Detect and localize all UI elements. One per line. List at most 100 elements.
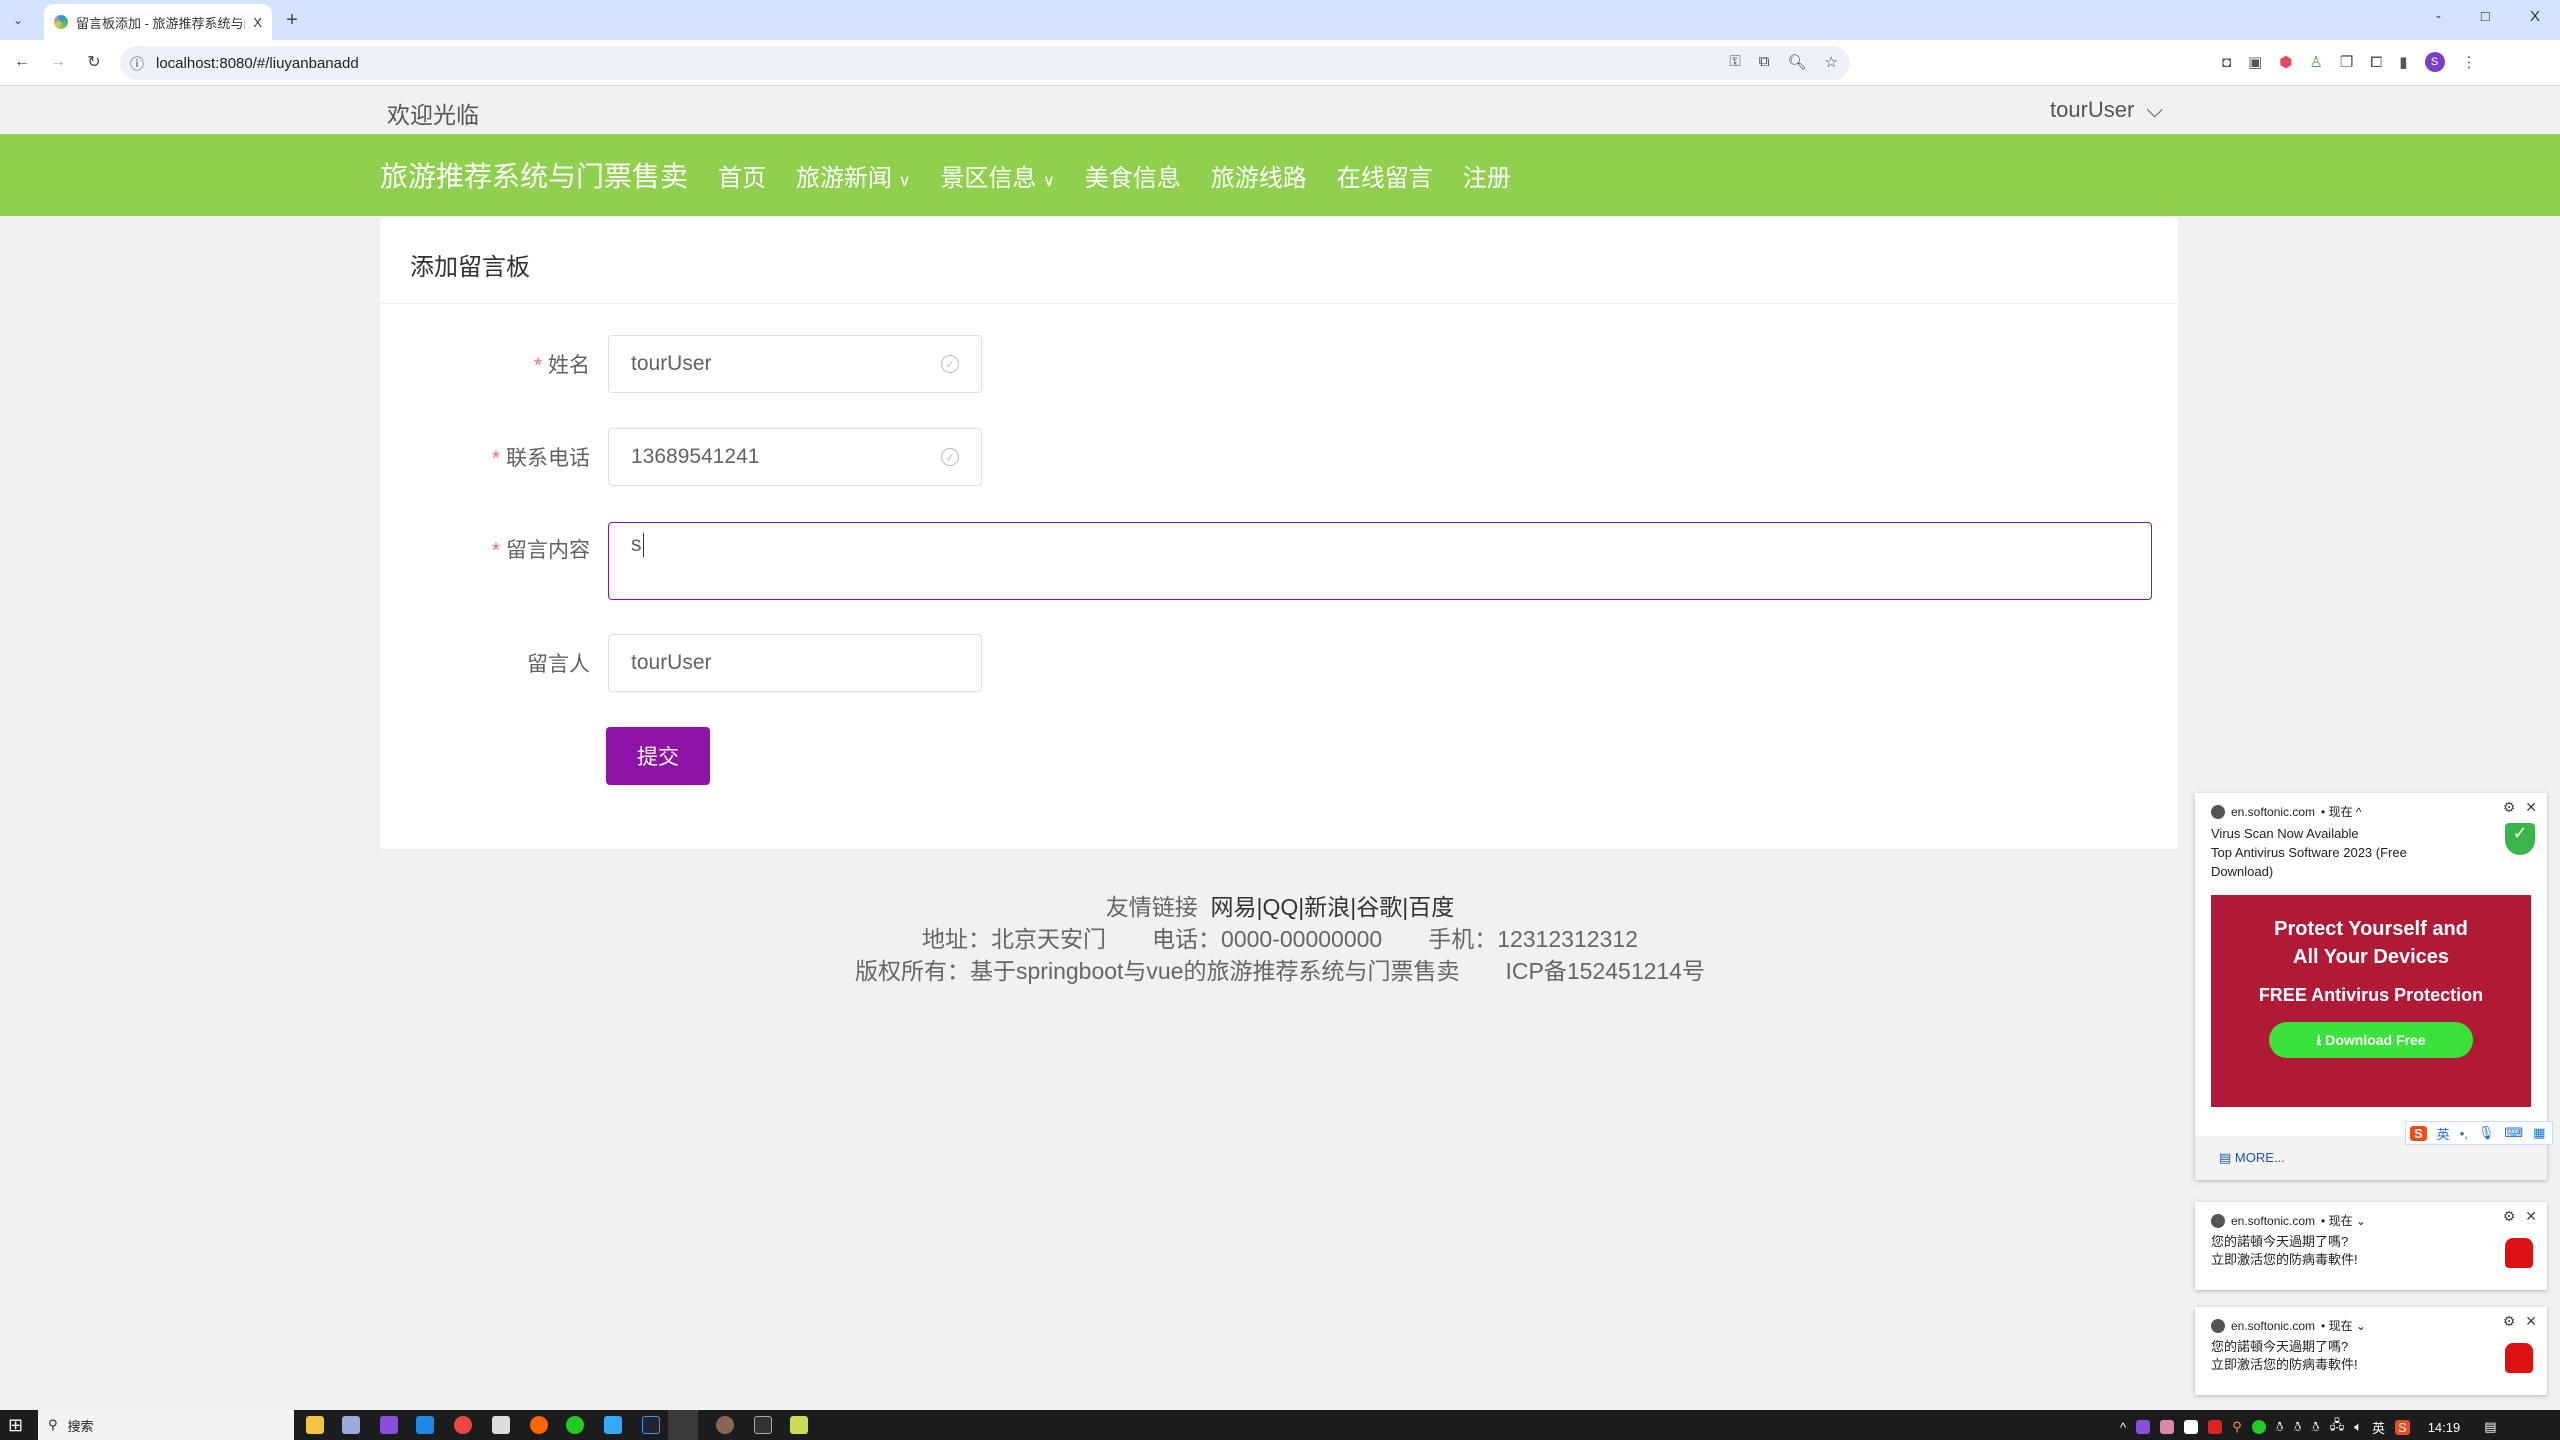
firefox-icon[interactable]: [530, 1416, 548, 1434]
ime-toolbar[interactable]: S 英 •, 🎙︎ ⌨ ▦: [2405, 1121, 2553, 1145]
tray-qq-icon[interactable]: 🐧︎: [2312, 1419, 2320, 1436]
link-netease[interactable]: 网易: [1211, 894, 1257, 920]
new-tab-button[interactable]: +: [282, 8, 302, 32]
clock[interactable]: 14:19: [2428, 1420, 2461, 1435]
copy-extension-icon[interactable]: ❐: [2340, 53, 2353, 71]
nav-item-routes[interactable]: 旅游线路: [1211, 158, 1307, 193]
app-icon[interactable]: [342, 1416, 360, 1434]
app-icon[interactable]: [716, 1416, 734, 1434]
network-icon[interactable]: 🖧︎: [2330, 1416, 2345, 1438]
nav-item-food[interactable]: 美食信息: [1085, 158, 1181, 193]
zoom-icon[interactable]: 🔍︎: [1788, 53, 1807, 71]
chrome-icon[interactable]: [454, 1416, 472, 1434]
author-input[interactable]: tourUser: [608, 634, 982, 692]
nav-item-news[interactable]: 旅游新闻 ∨: [796, 158, 910, 193]
tray-app-icon[interactable]: [2136, 1420, 2151, 1434]
notification-norton-1[interactable]: en.softonic.com • 现在 ⌄ ⚙ ✕ 您的諾頓今天過期了嗎? 立即激活…: [2195, 1202, 2547, 1290]
form-card: 添加留言板 * 姓名 tourUser ✓ * 联系电话 13689541241 ✓ *…: [380, 217, 2178, 849]
volume-icon[interactable]: 🔈︎: [2354, 1419, 2362, 1435]
notification-norton-2[interactable]: en.softonic.com • 现在 ⌄ ⚙ ✕ 您的諾頓今天過期了嗎? 立即激活…: [2195, 1307, 2547, 1395]
notification-antivirus[interactable]: en.softonic.com • 现在 ^ ⚙ ✕ Virus Scan Now …: [2195, 793, 2553, 1180]
user-name: tourUser: [2050, 97, 2135, 122]
extension-icon[interactable]: ♙: [2309, 53, 2322, 71]
windows-start-icon[interactable]: ⊞: [8, 1415, 23, 1436]
tab-title: 留言板添加 - 旅游推荐系统与门: [76, 15, 246, 31]
extensions-puzzle-icon[interactable]: ⧠: [2370, 54, 2382, 71]
content-textarea[interactable]: s: [608, 522, 2152, 600]
browser-menu-icon[interactable]: ⋮: [2462, 53, 2477, 71]
link-sina[interactable]: 新浪: [1304, 894, 1350, 920]
tray-cloud-icon[interactable]: [2208, 1420, 2223, 1434]
link-baidu[interactable]: 百度: [1408, 894, 1454, 920]
tray-expand-icon[interactable]: ^: [2120, 1420, 2126, 1435]
android-warning-icon: [2505, 1238, 2533, 1268]
settings-gear-icon[interactable]: ⚙: [2503, 1208, 2516, 1225]
tab-search-icon[interactable]: ⌄: [8, 10, 28, 30]
keyboard-icon[interactable]: ⌨: [2504, 1125, 2523, 1141]
app-icon[interactable]: [416, 1416, 434, 1434]
punctuation-icon[interactable]: •,: [2460, 1126, 2468, 1141]
notepad-icon[interactable]: [790, 1416, 808, 1434]
translate-icon[interactable]: ⧉: [1759, 53, 1770, 71]
tray-app-icon[interactable]: [2184, 1420, 2199, 1434]
camera-extension-icon[interactable]: ◘: [2222, 54, 2231, 71]
wechat-icon[interactable]: [566, 1416, 584, 1434]
tab-close-icon[interactable]: X: [253, 15, 262, 30]
chrome-active-icon[interactable]: [668, 1410, 698, 1440]
ime-mode[interactable]: 英: [2437, 1124, 2450, 1143]
tray-qq-icon[interactable]: 🐧︎: [2294, 1419, 2302, 1436]
site-brand[interactable]: 旅游推荐系统与门票售卖: [380, 155, 688, 195]
image-extension-icon[interactable]: ▣: [2248, 53, 2262, 71]
submit-button[interactable]: 提交: [606, 727, 710, 785]
grid-icon[interactable]: ▦: [2533, 1125, 2545, 1141]
nav-item-register[interactable]: 注册: [1463, 158, 1511, 193]
name-input[interactable]: tourUser ✓: [608, 335, 982, 393]
mic-icon[interactable]: 🎙︎: [2478, 1125, 2495, 1141]
minimize-button[interactable]: -: [2436, 8, 2441, 25]
form-row-phone: * 联系电话 13689541241 ✓: [380, 428, 982, 486]
bookmark-star-icon[interactable]: ☆: [1825, 53, 1838, 71]
browser-tab[interactable]: 留言板添加 - 旅游推荐系统与门 X: [44, 4, 272, 40]
settings-gear-icon[interactable]: ⚙: [2503, 799, 2516, 816]
app-icon[interactable]: [604, 1416, 622, 1434]
nav-item-messages[interactable]: 在线留言: [1337, 158, 1433, 193]
reload-icon[interactable]: ↻: [84, 52, 104, 72]
nav-item-home[interactable]: 首页: [718, 158, 766, 193]
restore-button[interactable]: □: [2481, 8, 2490, 25]
app-icon[interactable]: [492, 1416, 510, 1434]
terminal-icon[interactable]: [754, 1416, 772, 1434]
side-panel-icon[interactable]: ▮: [2399, 53, 2407, 71]
nav-item-scenic[interactable]: 景区信息 ∨: [940, 158, 1054, 193]
taskbar-search[interactable]: ⚲ 搜索: [38, 1410, 294, 1440]
sogou-tray-icon[interactable]: S: [2395, 1419, 2410, 1435]
welcome-text: 欢迎光临: [387, 102, 479, 128]
settings-gear-icon[interactable]: ⚙: [2503, 1313, 2516, 1330]
notif-close-icon[interactable]: ✕: [2525, 1313, 2537, 1330]
back-icon[interactable]: ←: [12, 52, 32, 72]
notif-close-icon[interactable]: ✕: [2525, 1208, 2537, 1225]
download-free-button[interactable]: ⭳ Download Free: [2269, 1022, 2473, 1058]
tray-search-icon[interactable]: ⚲: [2232, 1419, 2242, 1435]
link-google[interactable]: 谷歌: [1356, 894, 1402, 920]
close-window-button[interactable]: X: [2530, 8, 2540, 25]
tray-qq-icon[interactable]: 🐧︎: [2276, 1419, 2284, 1436]
user-menu[interactable]: tourUser ⌵: [2050, 97, 2163, 123]
profile-avatar[interactable]: S: [2424, 52, 2445, 72]
ad-banner[interactable]: Protect Yourself and All Your Devices FR…: [2211, 895, 2531, 1107]
notif-close-icon[interactable]: ✕: [2525, 799, 2537, 816]
site-info-icon[interactable]: ⓘ: [130, 54, 144, 74]
nav-label: 旅游新闻: [796, 164, 893, 192]
tray-wechat-icon[interactable]: [2251, 1420, 2266, 1434]
shield-extension-icon[interactable]: ⬢: [2279, 53, 2292, 71]
ime-indicator[interactable]: 英: [2372, 1418, 2385, 1437]
action-center-icon[interactable]: ▤: [2484, 1419, 2496, 1435]
link-qq[interactable]: QQ: [1263, 894, 1299, 920]
app-icon[interactable]: [380, 1416, 398, 1434]
file-explorer-icon[interactable]: [306, 1416, 324, 1434]
forward-icon[interactable]: →: [48, 52, 68, 72]
url-input[interactable]: ⓘ localhost:8080/#/liuyanbanadd ⚿ ⧉ 🔍︎ ☆: [120, 46, 1850, 80]
intellij-icon[interactable]: [642, 1416, 660, 1434]
tray-app-icon[interactable]: [2160, 1420, 2175, 1434]
password-key-icon[interactable]: ⚿: [1729, 53, 1740, 71]
phone-input[interactable]: 13689541241 ✓: [608, 428, 982, 486]
